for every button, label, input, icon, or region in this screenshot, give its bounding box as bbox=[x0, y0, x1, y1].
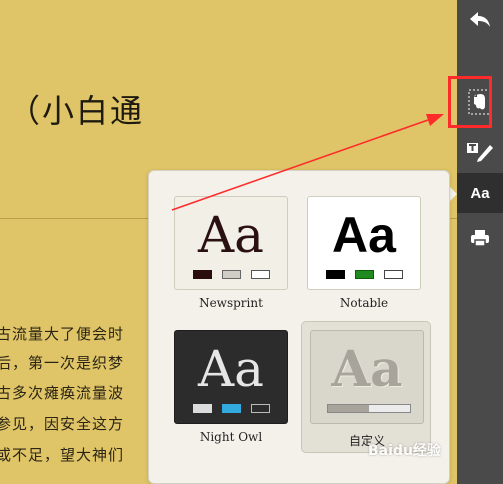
watermark: Baidu经验 bbox=[368, 443, 441, 459]
annotation-arrow bbox=[171, 114, 444, 211]
